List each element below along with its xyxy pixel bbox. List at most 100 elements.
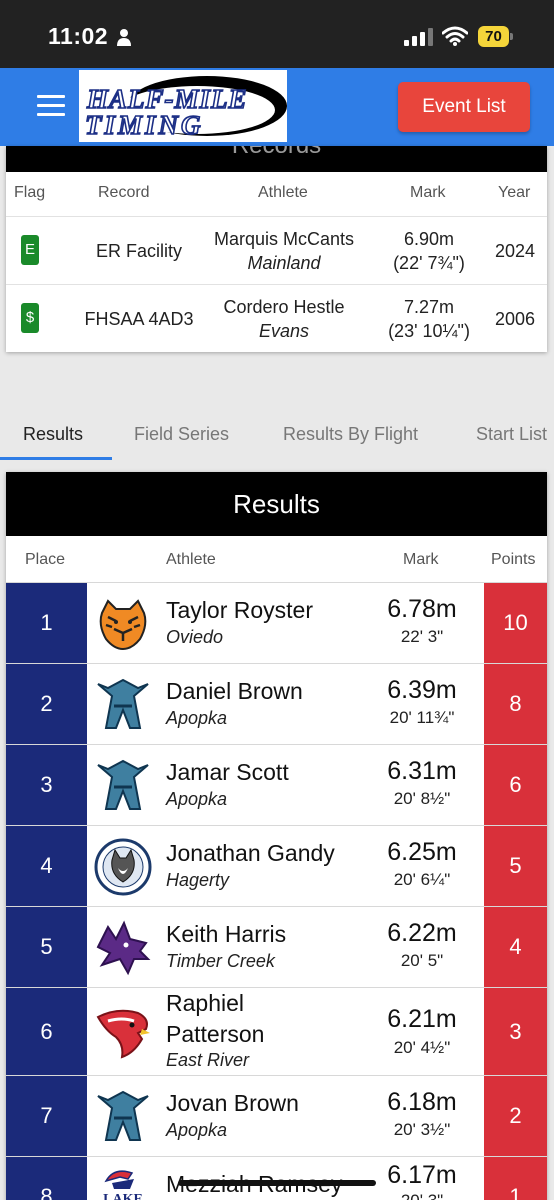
- flag-badge: E: [21, 235, 39, 265]
- record-year: 2024: [494, 241, 536, 261]
- result-row[interactable]: 5 Keith Harris Timber Creek 6.22m 20' 5"…: [6, 906, 547, 987]
- svg-text:TIMING: TIMING: [85, 110, 204, 140]
- records-card: Records Flag Record Athlete Mark Year E …: [6, 146, 547, 352]
- result-row[interactable]: 2 Daniel Brown Apopka 6.39m 20' 11¾" 8: [6, 663, 547, 744]
- home-indicator[interactable]: [178, 1180, 376, 1186]
- mark-feet: 20' 8½": [393, 789, 451, 808]
- cellular-signal-icon: [404, 28, 433, 46]
- result-row[interactable]: 4 Jonathan Gandy Hagerty 6.25m 20' 6¼" 5: [6, 825, 547, 906]
- tiger-logo-icon: [99, 599, 147, 651]
- points-cell: 1: [484, 1157, 547, 1200]
- athlete-name: Jamar Scott: [166, 759, 289, 785]
- col-header-flag: Flag: [14, 184, 46, 201]
- mark-feet: 20' 5": [400, 951, 444, 970]
- athlete-team: Hagerty: [166, 870, 230, 890]
- tab-results[interactable]: Results: [23, 424, 83, 445]
- half-mile-timing-logo[interactable]: HALF-MILE TIMING: [79, 70, 287, 142]
- place-cell: 4: [6, 826, 87, 906]
- person-icon: [117, 29, 131, 46]
- place-cell: 2: [6, 664, 87, 744]
- tab-start-list[interactable]: Start List: [476, 424, 547, 445]
- place-cell: 3: [6, 745, 87, 825]
- col-header-points: Points: [491, 551, 536, 568]
- wolf-logo-icon: [96, 920, 151, 976]
- records-title: Records: [6, 146, 547, 172]
- results-title: Results: [6, 472, 547, 536]
- result-row[interactable]: 7 Jovan Brown Apopka 6.18m 20' 3½" 2: [6, 1075, 547, 1156]
- place-cell: 1: [6, 583, 87, 663]
- apopka-logo-icon: [97, 678, 149, 729]
- battery-icon: 70: [478, 26, 514, 47]
- place-cell: 5: [6, 907, 87, 987]
- mark-feet: 20' 4½": [393, 1038, 451, 1057]
- place-cell: 8: [6, 1157, 87, 1200]
- tab-field-series[interactable]: Field Series: [134, 424, 229, 445]
- points-cell: 4: [484, 907, 547, 987]
- athlete-team: Timber Creek: [166, 951, 275, 971]
- event-list-button[interactable]: Event List: [398, 82, 530, 132]
- col-header-place: Place: [25, 551, 66, 568]
- record-athlete: Marquis McCants: [213, 229, 355, 249]
- athlete-name-line-1: Raphiel: [166, 990, 244, 1016]
- place-cell: 6: [6, 988, 87, 1075]
- result-row[interactable]: 6 Raphiel Patterson East River 6.21m 20'…: [6, 987, 547, 1075]
- points-cell: 8: [484, 664, 547, 744]
- result-row[interactable]: 8 LAKE Mezziah Ramsey 6.17m 20' 3" 1: [6, 1156, 547, 1200]
- athlete-name: Keith Harris: [166, 921, 287, 947]
- apopka-logo-icon: [97, 759, 149, 810]
- active-tab-indicator: [0, 457, 112, 460]
- record-row: E ER Facility Marquis McCants Mainland 6…: [6, 216, 547, 284]
- col-header-year: Year: [498, 184, 531, 201]
- mark-meters: 6.17m: [387, 1161, 457, 1189]
- athlete-name: Jovan Brown: [166, 1090, 299, 1116]
- athlete-name-line-2: Patterson: [166, 1021, 265, 1047]
- record-mark: 7.27m: [403, 297, 455, 317]
- record-year: 2006: [494, 309, 536, 329]
- record-mark: 6.90m: [403, 229, 455, 249]
- athlete-team: Apopka: [166, 1120, 228, 1140]
- record-row: $ FHSAA 4AD3 Cordero Hestle Evans 7.27m …: [6, 284, 547, 352]
- points-cell: 6: [484, 745, 547, 825]
- mark-meters: 6.22m: [387, 919, 457, 947]
- apopka-logo-icon: [97, 1090, 149, 1141]
- result-row[interactable]: 3 Jamar Scott Apopka 6.31m 20' 8½" 6: [6, 744, 547, 825]
- mark-feet: 20' 3½": [393, 1120, 451, 1139]
- mark-feet: 20' 6¼": [393, 870, 451, 889]
- athlete-team: Oviedo: [166, 627, 224, 647]
- col-header-athlete: Athlete: [166, 551, 216, 568]
- athlete-team: East River: [166, 1050, 250, 1070]
- record-athlete: Cordero Hestle: [223, 297, 345, 317]
- points-cell: 3: [484, 988, 547, 1075]
- wifi-icon: [442, 26, 468, 46]
- mark-feet: 20' 11¾": [389, 708, 455, 727]
- status-time: 11:02: [48, 23, 109, 49]
- tab-results-by-flight[interactable]: Results By Flight: [283, 424, 418, 445]
- menu-icon[interactable]: [37, 95, 65, 117]
- mark-meters: 6.78m: [387, 595, 457, 623]
- col-header-athlete: Athlete: [258, 184, 308, 201]
- athlete-team: Apopka: [166, 708, 228, 728]
- points-cell: 5: [484, 826, 547, 906]
- record-mark-ft: (23' 10¼"): [388, 321, 470, 341]
- results-card: Results Place Athlete Mark Points 1 Tayl…: [6, 472, 547, 1200]
- record-mark-ft: (22' 7¾"): [393, 253, 465, 273]
- record-team: Mainland: [247, 253, 321, 273]
- col-header-mark: Mark: [403, 551, 439, 568]
- mark-meters: 6.25m: [387, 838, 457, 866]
- husky-logo-icon: [94, 838, 152, 896]
- flag-badge: $: [21, 303, 39, 333]
- status-bar: 11:02 70: [0, 0, 554, 68]
- mark-feet: 22' 3": [400, 627, 444, 646]
- mark-feet: 20' 3": [372, 1191, 472, 1200]
- app-header: HALF-MILE TIMING Event List: [0, 68, 554, 146]
- mark-meters: 6.39m: [387, 676, 457, 704]
- record-team: Evans: [258, 321, 310, 341]
- col-header-record: Record: [98, 184, 150, 201]
- mark-meters: 6.21m: [387, 1005, 457, 1033]
- mark-meters: 6.31m: [387, 757, 457, 785]
- result-row[interactable]: 1 Taylor Royster Oviedo 6.78m 22' 3" 10: [6, 582, 547, 663]
- falcon-logo-icon: [96, 1009, 150, 1059]
- place-cell: 7: [6, 1076, 87, 1156]
- battery-level: 70: [478, 26, 509, 47]
- mark-meters: 6.18m: [387, 1088, 457, 1116]
